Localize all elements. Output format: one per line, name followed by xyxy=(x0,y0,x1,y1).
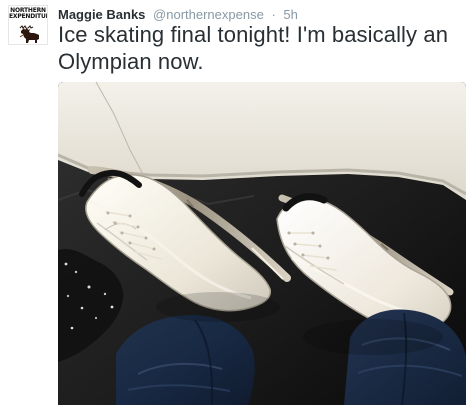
ice-skates-photo xyxy=(58,82,466,405)
author-avatar[interactable]: NORTHERN EXPENDITURE xyxy=(8,5,48,45)
author-handle[interactable]: @northernexpense xyxy=(153,7,264,22)
moose-icon xyxy=(19,25,39,43)
tweet-card[interactable]: NORTHERN EXPENDITURE Maggie Banks @north… xyxy=(0,0,474,405)
avatar-logo-text: NORTHERN EXPENDITURE xyxy=(9,7,47,20)
tweet-photo[interactable] xyxy=(58,82,466,405)
author-name[interactable]: Maggie Banks xyxy=(58,7,145,22)
tweet-timestamp[interactable]: 5h xyxy=(283,7,297,22)
header-separator: · xyxy=(271,7,276,22)
tweet-body: Ice skating final tonight! I'm basically… xyxy=(58,22,449,74)
